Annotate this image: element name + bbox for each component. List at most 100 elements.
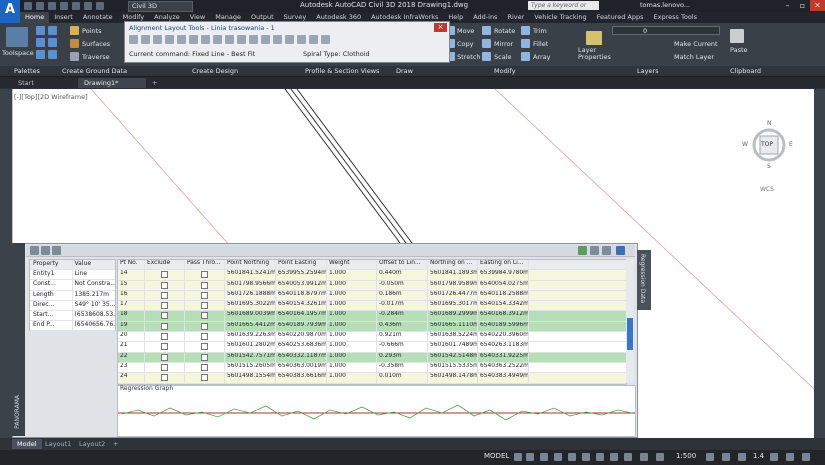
exclude-checkbox[interactable]: [161, 302, 168, 310]
tab-layout1[interactable]: Layout1: [40, 439, 76, 449]
table-row[interactable]: 15 5601798.9566m 6540053.9912m 1.000 -0.050m…: [118, 280, 626, 291]
paste-icon[interactable]: [730, 29, 744, 43]
make-current-button[interactable]: Make Current: [674, 40, 718, 48]
help-icon[interactable]: [616, 246, 625, 255]
file-tab-drawing1[interactable]: Drawing1*: [78, 78, 146, 88]
pass-through-checkbox[interactable]: [201, 353, 208, 361]
viewcube-top[interactable]: TOP: [761, 141, 773, 148]
trim-button[interactable]: Trim: [533, 27, 547, 35]
workspace-selector[interactable]: Civil 3D: [128, 1, 193, 12]
panel-draw[interactable]: Draw: [396, 66, 413, 76]
annotation-scale[interactable]: 1:500: [676, 452, 696, 460]
pass-through-checkbox[interactable]: [201, 281, 208, 289]
annotation-icon[interactable]: [640, 453, 648, 461]
pass-through-checkbox[interactable]: [201, 271, 208, 279]
table-cell[interactable]: [185, 280, 225, 290]
table-row[interactable]: 17 5601695.3022m 6540154.3261m 1.000 -0.017m…: [118, 301, 626, 312]
alignment-tools-title[interactable]: Alignment Layout Tools - Linia trasowani…: [129, 24, 275, 32]
table-cell[interactable]: [145, 270, 185, 280]
minimize-icon[interactable]: –: [780, 0, 795, 11]
viewcube[interactable]: TOP N S E W: [742, 120, 793, 170]
table-cell[interactable]: [145, 301, 185, 311]
points-button[interactable]: Points: [82, 27, 102, 35]
property-row[interactable]: Const... Not Constra...: [30, 280, 115, 291]
table-row[interactable]: 20 5601639.2263m 6540220.9870m 1.000 0.921m 5…: [118, 332, 626, 343]
pass-through-checkbox[interactable]: [201, 322, 208, 330]
exclude-checkbox[interactable]: [161, 322, 168, 330]
tab-insert[interactable]: Insert: [49, 12, 78, 23]
add-icon[interactable]: [41, 246, 50, 255]
table-cell[interactable]: [145, 311, 185, 321]
free-spiral-icon[interactable]: [213, 35, 222, 44]
save-as-icon[interactable]: [60, 2, 68, 10]
select-icon[interactable]: [30, 246, 39, 255]
tab-featured-apps[interactable]: Featured Apps: [592, 12, 649, 23]
table-row[interactable]: 24 5601498.1554m 6540383.6616m 1.000 0.010m 5…: [118, 373, 626, 384]
otrack-icon[interactable]: [582, 453, 590, 461]
tab-annotate[interactable]: Annotate: [78, 12, 118, 23]
table-row[interactable]: 23 5601515.2605m 6540363.0019m 1.000 -0.358m…: [118, 362, 626, 374]
property-row[interactable]: Length 1385.217m: [30, 290, 115, 301]
tab-home[interactable]: Home: [20, 12, 50, 23]
snap-icon[interactable]: [526, 453, 534, 461]
pick-subentity-icon[interactable]: [273, 35, 282, 44]
table-cell[interactable]: [185, 373, 225, 383]
rotate-button[interactable]: Rotate: [494, 27, 515, 35]
palette-icon[interactable]: [36, 50, 45, 59]
move-button[interactable]: Move: [457, 27, 474, 35]
property-row[interactable]: Start... (6538608.53...: [30, 310, 115, 322]
table-cell[interactable]: [185, 362, 225, 373]
new-tab-button[interactable]: +: [146, 78, 163, 88]
table-cell[interactable]: [185, 352, 225, 362]
exclude-checkbox[interactable]: [161, 333, 168, 341]
panel-clipboard[interactable]: Clipboard: [730, 66, 761, 76]
delete-subentity-icon[interactable]: [249, 35, 258, 44]
tab-vehicle-tracking[interactable]: Vehicle Tracking: [529, 12, 591, 23]
exclude-checkbox[interactable]: [161, 291, 168, 299]
table-cell[interactable]: [145, 290, 185, 301]
toolspace-icon[interactable]: [6, 27, 28, 47]
exclude-checkbox[interactable]: [161, 271, 168, 279]
spiral-icon[interactable]: [165, 35, 174, 44]
hardware-acceleration-icon[interactable]: [786, 453, 794, 461]
pass-through-checkbox[interactable]: [201, 302, 208, 310]
table-cell[interactable]: [145, 332, 185, 342]
table-row[interactable]: 18 5601689.0039m 6540164.1957m 1.000 -0.284m…: [118, 311, 626, 322]
polar-icon[interactable]: [554, 453, 562, 461]
property-row[interactable]: Direc... S49° 10' 35...: [30, 300, 115, 311]
table-cell[interactable]: [185, 321, 225, 332]
table-cell[interactable]: [145, 352, 185, 362]
table-cell[interactable]: [185, 332, 225, 342]
export-icon[interactable]: [602, 246, 611, 255]
customization-icon[interactable]: [802, 453, 810, 461]
palette-icon[interactable]: [36, 38, 45, 47]
exclude-checkbox[interactable]: [161, 312, 168, 320]
save-icon[interactable]: [48, 2, 56, 10]
property-row[interactable]: End P... (6540656.76...: [30, 321, 115, 332]
table-cell[interactable]: [185, 270, 225, 280]
panel-layers[interactable]: Layers: [637, 66, 659, 76]
table-cell[interactable]: [145, 280, 185, 290]
units-icon[interactable]: [722, 453, 730, 461]
table-cell[interactable]: [145, 342, 185, 352]
tab-layout2[interactable]: Layout2: [74, 439, 110, 449]
exclude-checkbox[interactable]: [161, 353, 168, 361]
tab-express-tools[interactable]: Express Tools: [649, 12, 702, 23]
alignment-tools-close-button[interactable]: ×: [434, 23, 447, 32]
table-cell[interactable]: [185, 290, 225, 301]
redo-icon[interactable]: [84, 2, 92, 10]
exclude-checkbox[interactable]: [161, 343, 168, 351]
layer-dropdown[interactable]: 0: [612, 26, 720, 35]
palette-icon[interactable]: [48, 26, 57, 35]
palette-icon[interactable]: [48, 50, 57, 59]
edit-best-fit-icon[interactable]: [261, 35, 270, 44]
panel-palettes[interactable]: Palettes: [14, 66, 40, 76]
search-input[interactable]: Type a keyword or phrase: [528, 1, 599, 18]
refresh-icon[interactable]: [578, 246, 587, 255]
panel-create-design[interactable]: Create Design: [192, 66, 238, 76]
zoom-icon[interactable]: [738, 453, 746, 461]
pass-through-checkbox[interactable]: [201, 312, 208, 320]
viewport-label[interactable]: [-][Top][2D Wireframe]: [14, 93, 88, 101]
table-cell[interactable]: [145, 373, 185, 383]
ortho-icon[interactable]: [540, 453, 548, 461]
